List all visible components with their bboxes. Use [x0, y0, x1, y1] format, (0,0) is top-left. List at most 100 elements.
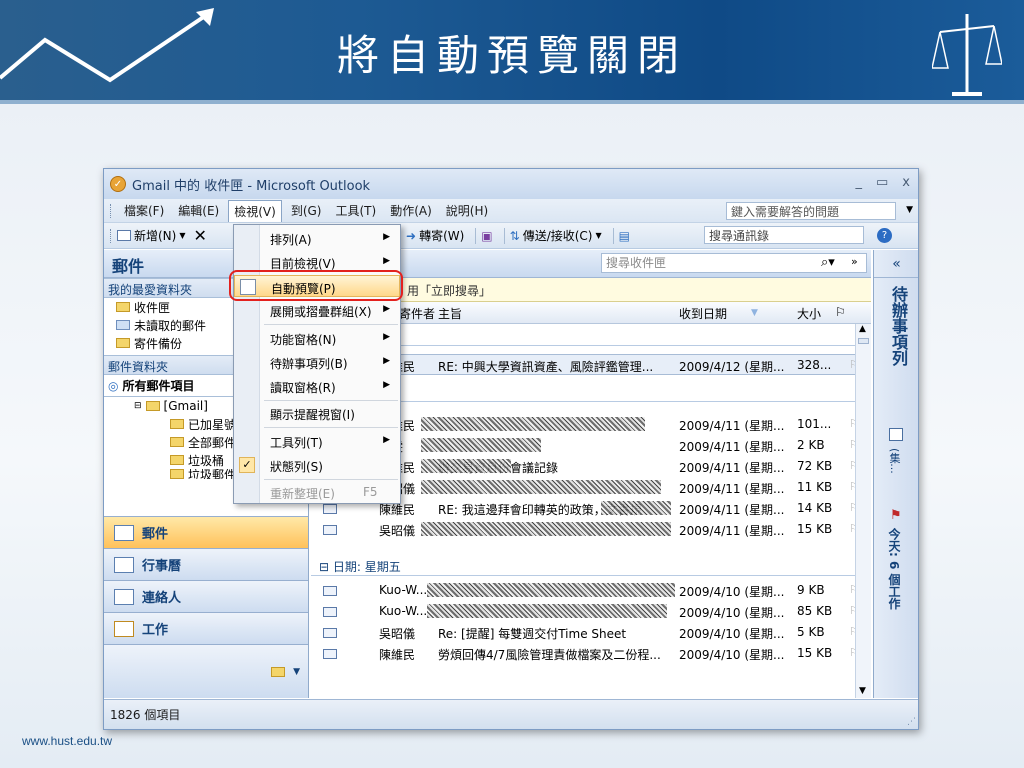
nav-button-calendar[interactable]: 行事曆	[104, 548, 308, 580]
menu-view[interactable]: 檢視(V)	[228, 199, 282, 222]
scrollbar-thumb[interactable]	[858, 338, 869, 344]
column-from[interactable]: 寄件者	[399, 305, 435, 322]
maximize-button[interactable]: ▭	[876, 175, 888, 190]
address-book-icon[interactable]: ▤	[619, 229, 630, 243]
calendar-icon[interactable]	[889, 428, 903, 441]
menu-item-refresh[interactable]: 重新整理(E) F5	[234, 481, 400, 503]
nav-button-contacts[interactable]: 連絡人	[104, 580, 308, 612]
collapse-icon[interactable]: ⊟	[134, 401, 142, 411]
sent-items-icon	[116, 338, 130, 348]
outlook-window: ✓ Gmail 中的 收件匣 - Microsoft Outlook _ ▭ x…	[103, 168, 919, 730]
folder-starred-label: 已加星號	[188, 417, 237, 432]
menubar-grip[interactable]	[110, 203, 113, 218]
toolbar-separator	[612, 227, 614, 244]
redacted-subject	[601, 501, 671, 515]
folder-icon	[170, 455, 184, 465]
forward-button[interactable]: ➜ 轉寄(W)	[406, 227, 464, 244]
help-question-input[interactable]: 鍵入需要解答的問題	[726, 202, 896, 220]
outlook-app-icon[interactable]: ✓	[110, 176, 126, 192]
flag-column-icon[interactable]: ⚐	[835, 305, 846, 319]
menu-actions[interactable]: 動作(A)	[385, 200, 437, 221]
help-dropdown-icon[interactable]: ▼	[906, 205, 913, 215]
column-size[interactable]: 大小	[797, 305, 821, 322]
menu-edit[interactable]: 編輯(E)	[173, 200, 224, 221]
close-button[interactable]: x	[902, 175, 910, 190]
mail-row[interactable]: 吳昭儀 Re: [提醒] 每雙週交付Time Sheet 2009/4/10 (…	[311, 622, 871, 643]
forward-label: 轉寄(W)	[419, 229, 465, 243]
menu-item-toolbars[interactable]: 工具列(T) ▶	[234, 430, 400, 452]
new-dropdown-icon[interactable]: ▼	[179, 231, 185, 240]
mail-subject: RE: 中興大學資訊資產、風險評鑑管理...	[438, 360, 654, 374]
mail-list-scrollbar[interactable]: ▲ ▼	[855, 324, 871, 698]
group-header-label: 日期: 星期五	[332, 560, 401, 574]
mail-subject: 勞煩回傳4/7風險管理責做檔案及二份程...	[438, 648, 661, 662]
search-folder-icon	[116, 320, 130, 330]
configure-buttons-icon[interactable]: ▼	[293, 667, 300, 677]
menu-separator	[264, 400, 398, 401]
nav-calendar-label: 行事曆	[142, 559, 182, 574]
toolbar-grip[interactable]	[110, 228, 113, 243]
nav-button-mail[interactable]: 郵件	[104, 516, 308, 548]
menu-item-reading-pane[interactable]: 讀取窗格(R) ▶	[234, 375, 400, 397]
menu-item-todo-bar[interactable]: 待辦事項列(B) ▶	[234, 351, 400, 373]
menu-help[interactable]: 說明(H)	[441, 200, 493, 221]
checkmark-icon: ✓	[239, 457, 255, 473]
column-received[interactable]: 收到日期	[679, 305, 727, 322]
column-subject[interactable]: 主旨	[438, 305, 462, 322]
mail-size: 328...	[797, 358, 832, 372]
mail-row[interactable]: 吳昭儀 2009/4/11 (星期... 15 KB ⚐	[311, 519, 871, 540]
group-header-friday[interactable]: ⊟ 日期: 星期五	[311, 554, 871, 576]
send-receive-dropdown-icon[interactable]: ▼	[596, 231, 602, 240]
mail-row[interactable]: Kuo-W... 2009/4/10 (星期... 9 KB ⚐	[311, 580, 871, 601]
menu-item-status-bar[interactable]: ✓ 狀態列(S)	[234, 454, 400, 476]
todo-collapse-button[interactable]: «	[874, 250, 918, 278]
rules-icon[interactable]: ▣	[481, 229, 492, 243]
folder-icon	[170, 437, 184, 447]
menu-item-reminders-window[interactable]: 顯示提醒視窗(I)	[234, 402, 400, 424]
delete-icon[interactable]: ✕	[194, 226, 207, 245]
envelope-icon	[323, 628, 337, 638]
forward-icon: ➜	[406, 228, 417, 243]
slide-header: 將自動預覽關閉	[0, 0, 1024, 100]
favorite-sent-label: 寄件備份	[134, 336, 183, 351]
nav-button-overflow[interactable]: ▼	[104, 644, 308, 698]
menu-item-label: 顯示提醒視窗(I)	[270, 408, 355, 422]
scroll-down-icon[interactable]: ▼	[859, 686, 866, 696]
menu-item-expand-collapse[interactable]: 展開或摺疊群組(X) ▶	[234, 299, 400, 321]
collapse-icon[interactable]: ⊟	[319, 560, 329, 574]
calendar-icon	[114, 556, 134, 573]
menu-item-label: 功能窗格(N)	[270, 333, 337, 347]
envelope-icon	[323, 607, 337, 617]
redacted-subject	[421, 438, 541, 452]
help-icon[interactable]: ?	[877, 228, 892, 243]
address-search-input[interactable]: 搜尋通訊錄	[704, 226, 864, 244]
mail-row[interactable]: Kuo-W... 2009/4/10 (星期... 85 KB ⚐	[311, 601, 871, 622]
mail-row[interactable]: 陳維民 勞煩回傳4/7風險管理責做檔案及二份程... 2009/4/10 (星期…	[311, 643, 871, 664]
resize-grip-icon[interactable]: ⋰	[907, 717, 916, 727]
submenu-arrow-icon: ▶	[383, 380, 390, 390]
menu-item-label: 展開或摺疊群組(X)	[270, 305, 372, 319]
menu-item-nav-pane[interactable]: 功能窗格(N) ▶	[234, 327, 400, 349]
envelope-icon	[323, 504, 337, 514]
envelope-icon	[323, 586, 337, 596]
menu-go[interactable]: 到(G)	[286, 200, 327, 221]
menu-tools[interactable]: 工具(T)	[330, 200, 381, 221]
mail-date: 2009/4/11 (星期...	[679, 503, 785, 517]
submenu-arrow-icon: ▶	[383, 332, 390, 342]
search-icon[interactable]: ⌕▾	[821, 255, 835, 270]
folder-trash-label: 垃圾桶	[188, 453, 225, 468]
menu-item-arrange[interactable]: 排列(A) ▶	[234, 227, 400, 249]
task-flag-icon[interactable]: ⚑	[890, 508, 902, 523]
scroll-up-icon[interactable]: ▲	[859, 324, 866, 334]
mail-subject: Re: [提醒] 每雙週交付Time Sheet	[438, 627, 627, 641]
nav-button-tasks[interactable]: 工作	[104, 612, 308, 644]
expand-query-icon[interactable]: »	[851, 255, 858, 268]
send-receive-button[interactable]: ⇅ 傳送/接收(C) ▼	[510, 227, 602, 244]
folder-all-mail-label: 全部郵件	[188, 435, 237, 450]
minimize-button[interactable]: _	[856, 175, 863, 190]
new-button[interactable]: 新增(N) ▼	[117, 227, 186, 244]
todo-calendar-label: (集...	[888, 448, 901, 474]
nav-tasks-label: 工作	[142, 623, 169, 638]
folder-list-icon[interactable]	[271, 666, 286, 677]
menu-file[interactable]: 檔案(F)	[119, 200, 169, 221]
